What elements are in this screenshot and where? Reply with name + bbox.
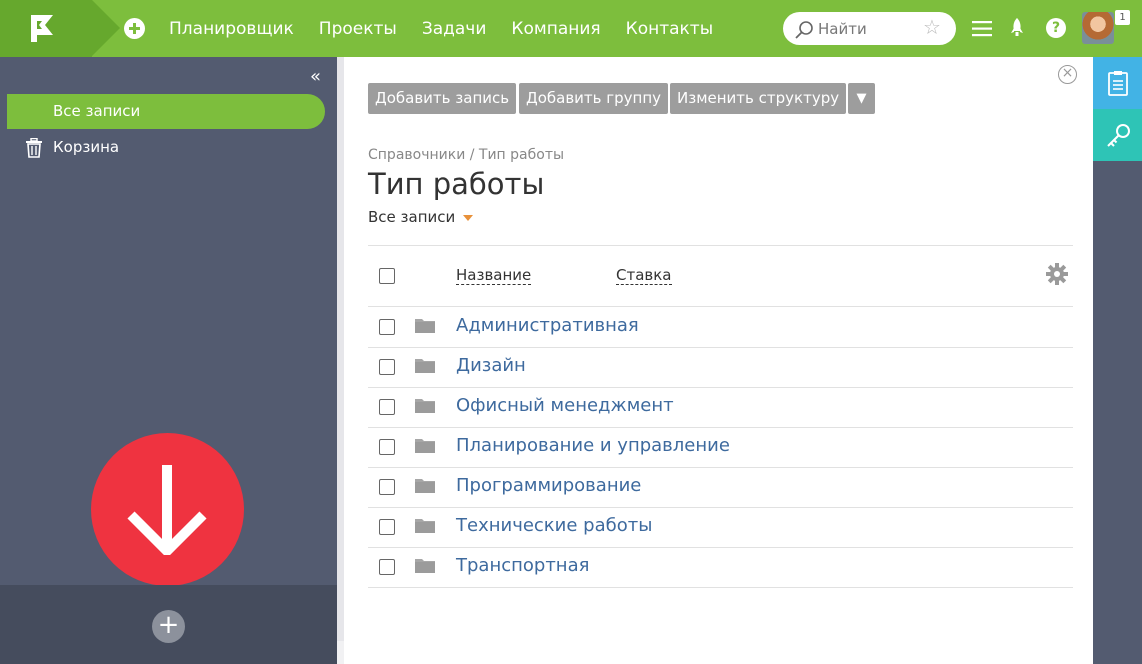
folder-icon xyxy=(414,317,436,338)
nav-tasks[interactable]: Задачи xyxy=(422,19,487,39)
key-icon xyxy=(1107,124,1130,147)
sidebar-item-all-records[interactable]: Все записи xyxy=(7,94,325,129)
trash-icon xyxy=(26,138,42,158)
record-name-link[interactable]: Транспортная xyxy=(456,555,589,576)
row-divider xyxy=(368,387,1073,388)
sidebar-item-trash[interactable]: Корзина xyxy=(7,130,325,165)
folder-icon xyxy=(414,397,436,418)
record-name-link[interactable]: Дизайн xyxy=(456,355,526,376)
folder-icon xyxy=(414,357,436,378)
clipboard-icon xyxy=(1108,71,1128,96)
user-avatar[interactable] xyxy=(1082,12,1114,44)
record-name-link[interactable]: Планирование и управление xyxy=(456,435,730,456)
download-button[interactable] xyxy=(91,433,244,586)
add-record-button[interactable]: Добавить запись xyxy=(368,83,517,114)
sidebar: « Все записи Корзина + xyxy=(0,57,337,664)
column-header-name[interactable]: Название xyxy=(456,267,532,285)
search-icon xyxy=(795,21,813,39)
row-divider xyxy=(368,467,1073,468)
app-logo[interactable] xyxy=(0,0,120,57)
menu-icon[interactable] xyxy=(972,20,992,37)
nav-projects[interactable]: Проекты xyxy=(319,19,397,39)
row-checkbox[interactable] xyxy=(379,319,395,335)
quick-add-icon[interactable] xyxy=(124,18,145,39)
row-divider xyxy=(368,587,1073,588)
top-navigation-bar: Планировщик Проекты Задачи Компания Конт… xyxy=(0,0,1142,57)
row-checkbox[interactable] xyxy=(379,359,395,375)
breadcrumb[interactable]: Справочники / Тип работы xyxy=(368,147,564,163)
more-actions-dropdown[interactable]: ▼ xyxy=(848,83,875,114)
sidebar-add-button[interactable]: + xyxy=(152,610,185,643)
right-dock xyxy=(1093,57,1142,664)
main-panel: × Добавить запись Добавить группу Измени… xyxy=(344,57,1093,664)
folder-icon xyxy=(414,437,436,458)
record-name-link[interactable]: Программирование xyxy=(456,475,641,496)
rocket-icon[interactable] xyxy=(1008,17,1026,39)
table-top-divider xyxy=(368,245,1073,246)
search-placeholder: Найти xyxy=(818,20,867,38)
collapse-sidebar-icon[interactable]: « xyxy=(310,67,321,87)
main-nav: Планировщик Проекты Задачи Компания Конт… xyxy=(169,0,738,57)
select-all-checkbox[interactable] xyxy=(379,268,395,284)
row-checkbox[interactable] xyxy=(379,519,395,535)
sidebar-item-label: Корзина xyxy=(53,138,120,156)
edit-structure-button[interactable]: Изменить структуру xyxy=(670,83,847,114)
notification-badge[interactable]: 1 xyxy=(1115,10,1130,25)
sidebar-divider xyxy=(337,57,344,641)
close-icon[interactable]: × xyxy=(1058,65,1077,84)
row-divider xyxy=(368,507,1073,508)
add-group-button[interactable]: Добавить группу xyxy=(519,83,669,114)
record-name-link[interactable]: Административная xyxy=(456,315,639,336)
records-filter-dropdown[interactable]: Все записи xyxy=(368,208,474,226)
record-name-link[interactable]: Офисный менеджмент xyxy=(456,395,674,416)
nav-planner[interactable]: Планировщик xyxy=(169,19,294,39)
row-checkbox[interactable] xyxy=(379,479,395,495)
row-divider xyxy=(368,547,1073,548)
row-checkbox[interactable] xyxy=(379,439,395,455)
favorite-star-icon[interactable]: ☆ xyxy=(923,17,941,37)
search-input[interactable]: Найти ☆ xyxy=(783,12,956,45)
flag-logo-icon xyxy=(31,15,53,42)
filter-label: Все записи xyxy=(368,208,456,226)
table-header-divider xyxy=(368,306,1073,307)
folder-icon xyxy=(414,477,436,498)
chevron-down-icon xyxy=(463,214,474,221)
folder-icon xyxy=(414,557,436,578)
row-checkbox[interactable] xyxy=(379,559,395,575)
sidebar-item-label: Все записи xyxy=(53,102,141,120)
nav-contacts[interactable]: Контакты xyxy=(626,19,714,39)
column-header-rate[interactable]: Ставка xyxy=(616,267,672,285)
row-checkbox[interactable] xyxy=(379,399,395,415)
row-divider xyxy=(368,427,1073,428)
page-title: Тип работы xyxy=(368,167,545,201)
arrow-down-icon xyxy=(127,465,207,555)
folder-icon xyxy=(414,517,436,538)
nav-company[interactable]: Компания xyxy=(511,19,600,39)
row-divider xyxy=(368,347,1073,348)
gear-icon[interactable] xyxy=(1046,263,1068,285)
record-name-link[interactable]: Технические работы xyxy=(456,515,652,536)
help-icon[interactable]: ? xyxy=(1046,18,1066,38)
clipboard-tab[interactable] xyxy=(1093,57,1142,109)
key-tab[interactable] xyxy=(1093,109,1142,161)
